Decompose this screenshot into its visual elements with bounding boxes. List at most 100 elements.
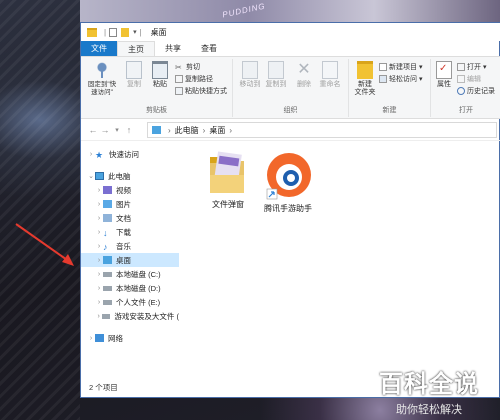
forward-arrow-icon[interactable]: → [99,125,111,135]
navigation-pane: › ★ 快速访问 ⌄ 此电脑 › 视频 › 图片 › 文档 › ↓ 下载 › ♪ 音乐 › 桌面 › 本… [81,143,179,379]
chevron-right-icon[interactable]: › [95,285,103,292]
nav-desktop[interactable]: › 桌面 [81,253,179,267]
cut-button[interactable]: ✂ 剪切 [175,61,200,72]
quick-access-dropdown-icon[interactable]: ▾ [133,28,137,36]
copy-to-icon [268,61,284,79]
nav-quick-access[interactable]: › ★ 快速访问 [81,147,179,161]
nav-videos[interactable]: › 视频 [81,183,179,197]
chevron-right-icon[interactable]: › [87,151,95,158]
star-icon: ★ [95,150,104,160]
history-icon [457,86,465,95]
pin-label: 固定到"快速访问" [87,81,117,96]
pin-icon [94,61,110,79]
nav-label: 音乐 [116,241,131,251]
rename-label: 重命名 [319,81,341,88]
easy-access-icon [379,74,387,83]
easy-access-button[interactable]: 轻松访问 ▾ [379,73,422,84]
wallpaper-pattern [0,0,80,420]
paste-icon [152,61,168,79]
history-button[interactable]: 历史记录 [457,85,495,96]
chevron-right-icon[interactable]: › [95,229,103,236]
title-bar: | ▾ | 桌面 [81,23,500,41]
new-folder-icon[interactable] [121,27,130,37]
edit-label: 编辑 [467,75,481,83]
history-label: 历史记录 [467,87,495,95]
file-explorer-window: | ▾ | 桌面 文件 主页 共享 查看 固定到"快速访问" 复制 粘贴 ✂ 剪切 [80,22,500,398]
nav-label: 游戏安装及大文件 ( [114,311,179,321]
open-group-label: 打开 [459,107,473,114]
nav-label: 桌面 [116,255,131,265]
nav-network[interactable]: › 网络 [81,331,179,345]
folder-icon [152,126,161,134]
nav-drive-c[interactable]: › 本地磁盘 (C:) [81,267,179,281]
separator: | [139,27,142,37]
nav-pictures[interactable]: › 图片 [81,197,179,211]
navigation-bar: ← → ▾ ↑ › 此电脑 › 桌面 › [81,119,500,141]
address-bar[interactable]: › 此电脑 › 桌面 › [147,122,497,138]
chevron-right-icon[interactable]: › [95,187,103,194]
nav-drive-e[interactable]: › 个人文件 (E:) [81,295,179,309]
copy-to-button[interactable]: 复制到 [263,61,289,89]
nav-label: 下载 [116,227,131,237]
chevron-right-icon[interactable]: › [95,215,103,222]
new-item-button[interactable]: 新建项目 ▾ [379,61,422,72]
recent-chevron-icon[interactable]: ▾ [111,126,123,134]
chevron-down-icon[interactable]: ⌄ [87,172,95,180]
download-icon: ↓ [103,228,108,238]
properties-icon[interactable] [109,27,118,37]
organize-group-label: 组织 [283,107,298,114]
item-count: 2 个项目 [89,383,118,392]
desktop-icon [103,256,112,264]
computer-icon [95,172,104,180]
open-button[interactable]: 打开 ▾ [457,61,486,72]
up-arrow-icon[interactable]: ↑ [123,125,135,135]
nav-documents[interactable]: › 文档 [81,211,179,225]
breadcrumb-separator: › [229,125,233,135]
nav-label: 快速访问 [109,149,139,159]
breadcrumb-desktop[interactable]: 桌面 [209,125,225,136]
network-icon [95,334,104,342]
watermark-subtitle: 助你轻松解决 [396,404,462,416]
open-label: 打开 ▾ [467,63,487,71]
nav-music[interactable]: › ♪ 音乐 [81,239,179,253]
copy-path-button[interactable]: 复制路径 [175,73,213,84]
tab-view[interactable]: 查看 [191,41,227,56]
chevron-right-icon[interactable]: › [95,271,103,278]
file-name: 腾讯手游助手 [264,204,312,213]
watermark: 百科全说 助你轻松解决 [364,364,494,420]
back-arrow-icon[interactable]: ← [87,125,99,135]
file-item[interactable]: 文件弹窗 [199,151,257,210]
new-folder-button[interactable]: 新建 文件夹 [351,61,379,97]
chevron-right-icon[interactable]: › [95,201,103,208]
edit-button[interactable]: 编辑 [457,73,481,84]
chevron-right-icon[interactable]: › [95,243,103,250]
nav-downloads[interactable]: › ↓ 下载 [81,225,179,239]
nav-drive-games[interactable]: › 游戏安装及大文件 ( [81,309,179,323]
chevron-right-icon[interactable]: › [95,257,103,264]
tab-share[interactable]: 共享 [155,41,191,56]
nav-label: 图片 [116,199,131,209]
chevron-right-icon[interactable]: › [95,299,103,306]
nav-drive-d[interactable]: › 本地磁盘 (D:) [81,281,179,295]
properties-button[interactable]: ✓ 属性 [433,61,455,89]
music-icon: ♪ [103,242,108,252]
pin-quick-access-button[interactable]: 固定到"快速访问" [85,61,119,97]
new-folder-icon [357,61,373,79]
clipboard-group: 固定到"快速访问" 复制 粘贴 ✂ 剪切 复制路径 粘贴快捷方式 剪贴板 [81,59,233,117]
tab-file[interactable]: 文件 [81,41,117,56]
move-to-button[interactable]: 移动到 [237,61,263,89]
delete-button[interactable]: ✕ 删除 [291,61,317,89]
copy-button[interactable]: 复制 [121,61,147,89]
new-group-label: 新建 [382,107,397,114]
chevron-right-icon[interactable]: › [95,313,102,320]
tab-home[interactable]: 主页 [117,41,155,56]
rename-button[interactable]: 重命名 [317,61,343,89]
paste-button[interactable]: 粘贴 [147,61,173,89]
breadcrumb-this-pc[interactable]: 此电脑 [175,125,199,136]
paste-shortcut-button[interactable]: 粘贴快捷方式 [175,85,227,96]
nav-this-pc[interactable]: ⌄ 此电脑 [81,169,179,183]
nav-label: 网络 [108,333,123,343]
copy-path-icon [175,74,183,83]
chevron-right-icon[interactable]: › [87,335,95,342]
file-item[interactable]: 腾讯手游助手 [259,151,317,214]
